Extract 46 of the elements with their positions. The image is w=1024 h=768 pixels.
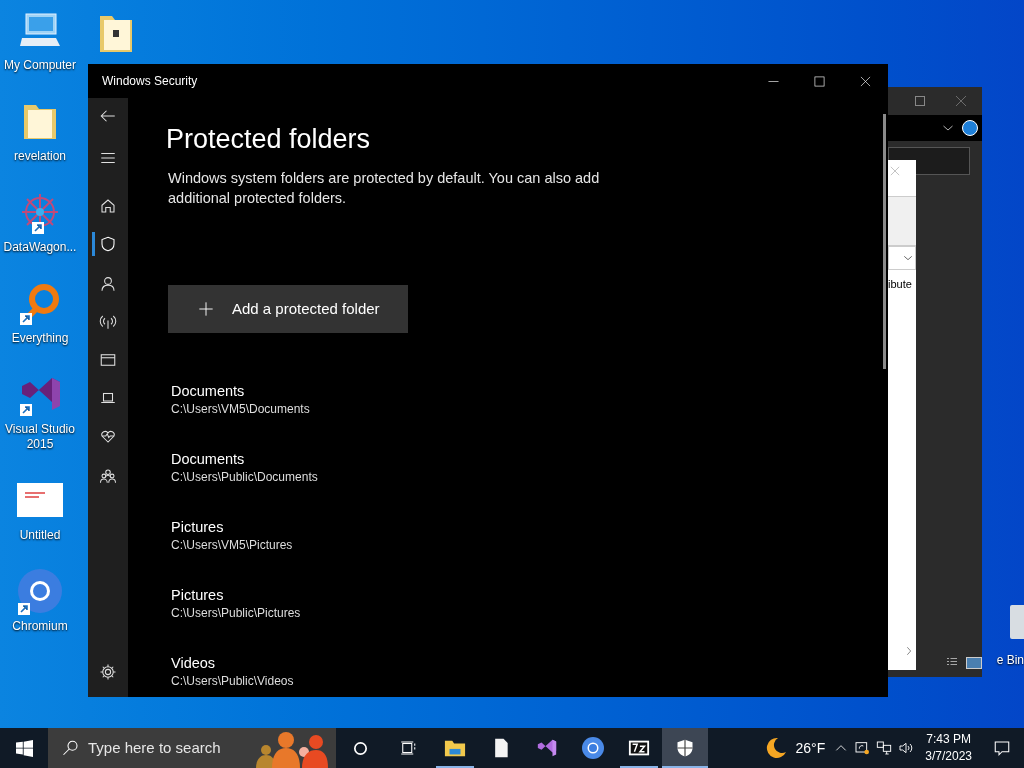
description-text: Windows system folders are protected by default. You can also add additional protected folders. [168, 169, 601, 208]
icon-label[interactable]: e Bin [996, 651, 1024, 669]
toolbar-area [888, 196, 916, 246]
search-box[interactable]: Type here to search [48, 728, 336, 768]
settings-icon[interactable] [99, 663, 117, 681]
page-heading: Protected folders [166, 123, 372, 156]
icon-label[interactable]: Everything [11, 331, 69, 346]
folder-name: Videos [171, 654, 217, 672]
selection-indicator [92, 232, 95, 256]
add-folder-button[interactable]: Add a protected folder [168, 285, 408, 333]
folder-name: Documents [171, 450, 246, 468]
icon-label[interactable]: revelation [14, 149, 66, 164]
clock[interactable]: 7:43 PM 3/7/2023 [917, 728, 980, 768]
folder-list-item[interactable]: Pictures C:\Users\VM5\Pictures [171, 518, 888, 554]
windows-logo-icon[interactable] [15, 739, 33, 757]
folder-path: C:\Users\VM5\Documents [171, 401, 311, 418]
search-icon [62, 739, 80, 757]
column-header: ibute [888, 277, 913, 292]
shield-icon[interactable] [662, 728, 708, 768]
icon-label[interactable]: Chromium [12, 619, 68, 634]
folder-list-item[interactable]: Documents C:\Users\VM5\Documents [171, 382, 888, 418]
help-icon[interactable] [962, 120, 978, 136]
folder-name: Pictures [171, 586, 225, 604]
folder-list-item[interactable]: Videos C:\Users\Public\Videos [171, 654, 888, 690]
folder-path: C:\Users\VM5\Pictures [171, 537, 294, 554]
folder-list-item[interactable]: Pictures C:\Users\Public\Pictures [171, 586, 888, 622]
folder-path: C:\Users\Public\Pictures [171, 605, 302, 622]
folder-name: Documents [171, 382, 246, 400]
folder-path: C:\Users\Public\Videos [171, 673, 295, 690]
icon-label[interactable]: Untitled [19, 528, 61, 543]
folder-list-item[interactable]: Documents C:\Users\Public\Documents [171, 450, 888, 486]
chevron-right-icon[interactable] [904, 646, 914, 656]
search-field[interactable]: Type here to search [88, 736, 258, 760]
folder-name: Pictures [171, 518, 225, 536]
chevron-down-icon [903, 253, 913, 263]
icon-label[interactable]: DataWagon... [3, 240, 77, 255]
maximize-icon[interactable] [915, 96, 925, 106]
window-title: Windows Security [101, 73, 199, 90]
scrollbar-thumb[interactable] [883, 114, 886, 369]
icon-label[interactable]: Visual Studio 2015 [0, 422, 80, 452]
weather-widget[interactable]: 26°F [757, 728, 832, 768]
folder-path: C:\Users\Public\Documents [171, 469, 319, 486]
plus-icon [198, 301, 214, 317]
icon-label[interactable]: My Computer [4, 58, 76, 73]
preview-pane-icon[interactable] [966, 657, 982, 669]
chromium-icon[interactable] [16, 567, 64, 615]
